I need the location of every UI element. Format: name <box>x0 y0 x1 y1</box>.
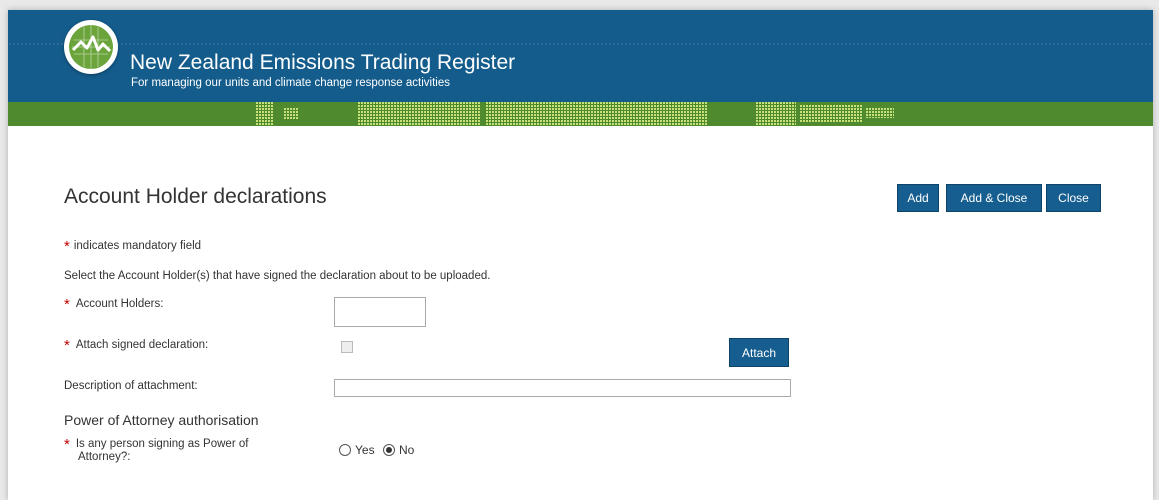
map-pixel-block <box>486 102 708 126</box>
site-header: New Zealand Emissions Trading Register F… <box>8 10 1153 102</box>
description-input[interactable] <box>334 379 791 397</box>
description-label: Description of attachment: <box>64 380 198 392</box>
account-holders-select[interactable] <box>334 297 426 327</box>
map-pixel-block <box>800 105 862 123</box>
required-marker: * <box>64 238 70 255</box>
required-marker: * <box>64 296 70 313</box>
attach-button[interactable]: Attach <box>729 338 789 367</box>
attach-declaration-checkbox[interactable] <box>341 341 353 353</box>
attach-declaration-label: * Attach signed declaration: <box>64 337 209 354</box>
poa-yes-radio[interactable] <box>339 444 351 456</box>
poa-no-label: No <box>399 443 415 457</box>
add-and-close-button[interactable]: Add & Close <box>946 184 1042 212</box>
account-holders-label-text: Account Holders: <box>75 298 164 310</box>
close-button[interactable]: Close <box>1046 184 1101 212</box>
map-pixel-block <box>256 102 274 126</box>
header-dot-line <box>8 43 1153 45</box>
account-holders-label: * Account Holders: <box>64 296 164 313</box>
site-title: New Zealand Emissions Trading Register <box>130 51 516 74</box>
map-pixel-block <box>284 108 298 120</box>
poa-question-line1: Is any person signing as Power of <box>75 438 249 450</box>
poa-yes-label: Yes <box>355 443 375 457</box>
page-title: Account Holder declarations <box>64 185 327 208</box>
decorative-map-band <box>8 102 1153 126</box>
poa-section-title: Power of Attorney authorisation <box>64 412 259 428</box>
emissions-chart-icon <box>64 20 118 74</box>
add-button[interactable]: Add <box>897 184 939 212</box>
mandatory-note: * indicates mandatory field <box>64 238 202 255</box>
instruction-text: Select the Account Holder(s) that have s… <box>64 270 491 282</box>
required-marker: * <box>64 436 70 453</box>
map-pixel-block <box>358 102 480 126</box>
poa-question-line2: Attorney?: <box>78 451 131 463</box>
site-subtitle: For managing our units and climate chang… <box>131 77 450 89</box>
map-pixel-block <box>756 102 796 126</box>
mandatory-note-text: indicates mandatory field <box>73 240 202 252</box>
map-pixel-block <box>866 108 894 118</box>
poa-question-label: * Is any person signing as Power of Attor… <box>64 436 249 464</box>
required-marker: * <box>64 337 70 354</box>
attach-declaration-label-text: Attach signed declaration: <box>75 339 209 351</box>
poa-no-radio[interactable] <box>383 444 395 456</box>
app-window: New Zealand Emissions Trading Register F… <box>8 10 1153 500</box>
